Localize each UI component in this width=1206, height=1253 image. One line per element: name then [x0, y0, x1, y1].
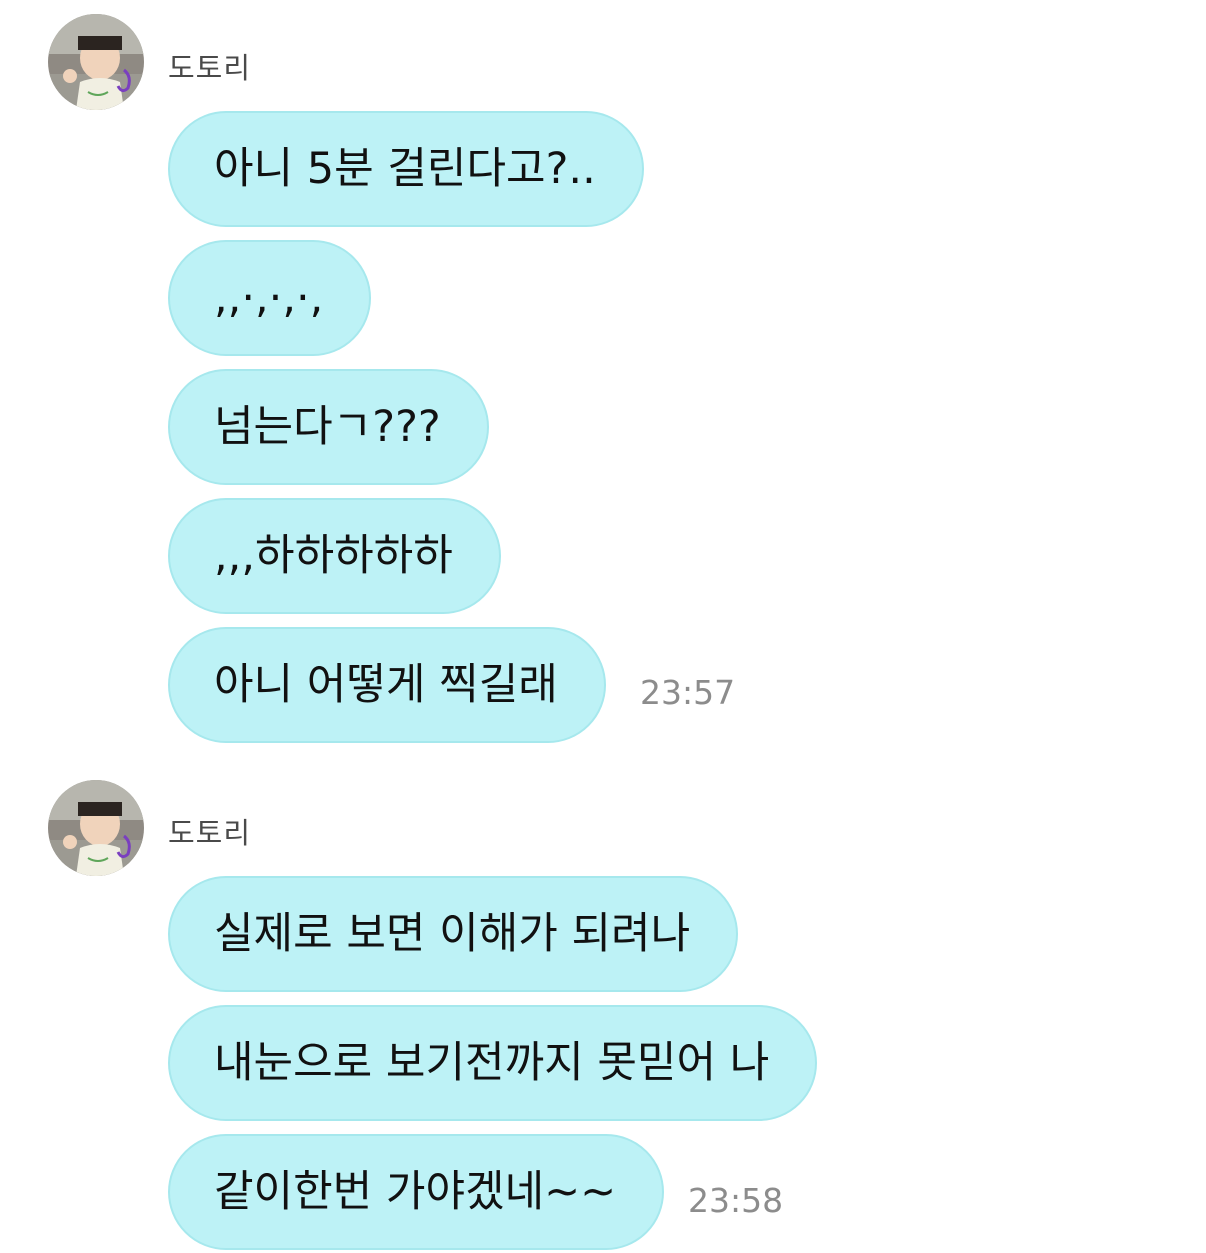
- message-timestamp: 23:58: [688, 1181, 784, 1220]
- message-bubble[interactable]: 넘는다ㄱ???: [168, 369, 489, 485]
- message-bubble[interactable]: 아니 어떻게 찍길래: [168, 627, 606, 743]
- sender-avatar[interactable]: [48, 14, 144, 110]
- message-bubble[interactable]: 내눈으로 보기전까지 못믿어 나: [168, 1005, 818, 1121]
- message-timestamp: 23:57: [640, 673, 736, 712]
- message-bubble[interactable]: 같이한번 가야겠네~~: [168, 1134, 665, 1250]
- child-photo-avatar-icon: [48, 14, 144, 110]
- message-bubble[interactable]: ,,·,·,·,: [168, 240, 372, 356]
- message-bubble[interactable]: ,,,하하하하하: [168, 498, 501, 614]
- message-bubble[interactable]: 아니 5분 걸린다고?..: [168, 111, 644, 227]
- child-photo-avatar-icon: [48, 780, 144, 876]
- sender-name: 도토리: [168, 51, 252, 85]
- message-bubble[interactable]: 실제로 보면 이해가 되려나: [168, 876, 739, 992]
- sender-avatar[interactable]: [48, 780, 144, 876]
- sender-name: 도토리: [168, 816, 252, 850]
